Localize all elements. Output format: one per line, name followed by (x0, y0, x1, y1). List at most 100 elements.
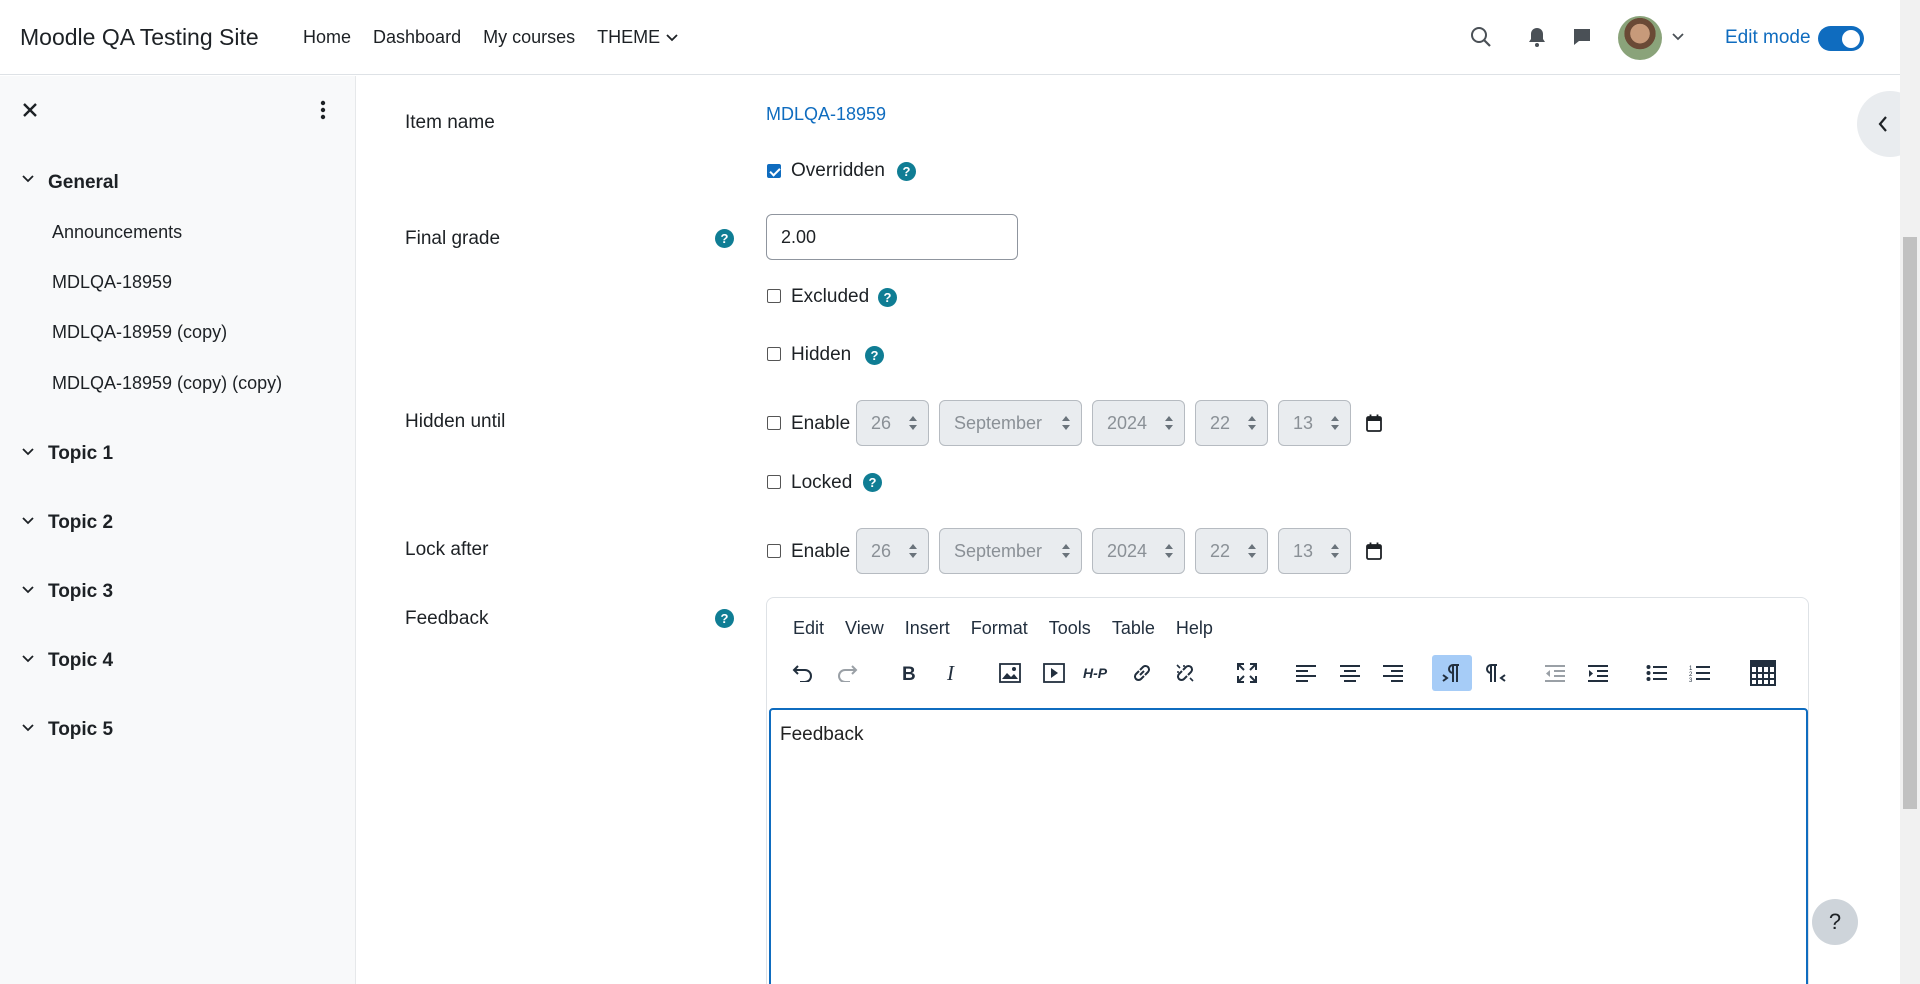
bold-icon[interactable]: B (889, 655, 929, 691)
hidden-until-year-select[interactable]: 2024 (1092, 400, 1185, 446)
select-arrows-icon (909, 544, 917, 558)
chevron-left-icon (1878, 116, 1887, 132)
kebab-menu-icon[interactable] (318, 100, 328, 125)
locked-label: Locked (791, 472, 853, 493)
messages-icon[interactable] (1570, 25, 1594, 49)
outdent-icon[interactable] (1535, 655, 1575, 691)
editor-content-text: Feedback (780, 724, 864, 745)
locked-checkbox[interactable] (767, 475, 781, 489)
item-name-link[interactable]: MDLQA-18959 (766, 104, 886, 125)
search-icon[interactable] (1468, 24, 1494, 50)
excluded-checkbox[interactable] (767, 289, 781, 303)
ltr-icon[interactable] (1432, 655, 1472, 691)
overridden-checkbox[interactable] (767, 164, 781, 178)
select-value: 2024 (1107, 413, 1148, 433)
section-chevron-icon[interactable] (22, 175, 34, 183)
italic-icon[interactable]: I (932, 655, 972, 691)
fullscreen-icon[interactable] (1227, 655, 1267, 691)
calendar-icon[interactable] (1366, 414, 1382, 432)
menu-table[interactable]: Table (1112, 618, 1155, 639)
section-chevron-icon[interactable] (22, 724, 34, 732)
editor-content-area[interactable]: Feedback (769, 708, 1808, 984)
menu-edit[interactable]: Edit (793, 618, 824, 639)
help-icon[interactable]: ? (715, 609, 734, 628)
align-left-icon[interactable] (1286, 655, 1326, 691)
align-right-icon[interactable] (1373, 655, 1413, 691)
hidden-checkbox[interactable] (767, 347, 781, 361)
section-general[interactable]: General (48, 172, 119, 194)
lock-after-minute-select[interactable]: 13 (1278, 528, 1351, 574)
select-arrows-icon (1331, 416, 1339, 430)
user-avatar[interactable] (1618, 16, 1662, 60)
select-value: September (954, 541, 1043, 561)
course-item-mdlqa[interactable]: MDLQA-18959 (52, 272, 172, 293)
hidden-until-minute-select[interactable]: 13 (1278, 400, 1351, 446)
media-icon[interactable] (1034, 655, 1074, 691)
menu-tools[interactable]: Tools (1049, 618, 1091, 639)
help-icon[interactable]: ? (897, 162, 916, 181)
user-menu-chevron-icon[interactable] (1671, 32, 1685, 42)
numbered-list-icon[interactable]: 123 (1680, 655, 1720, 691)
lock-after-hour-select[interactable]: 22 (1195, 528, 1268, 574)
final-grade-input[interactable]: 2.00 (766, 214, 1018, 260)
nav-my-courses[interactable]: My courses (483, 27, 575, 48)
overridden-label: Overridden (791, 160, 885, 181)
scrollbar-thumb[interactable] (1903, 237, 1917, 809)
menu-insert[interactable]: Insert (905, 618, 950, 639)
nav-dashboard[interactable]: Dashboard (373, 27, 461, 48)
section-topic-2[interactable]: Topic 2 (48, 512, 113, 534)
site-name[interactable]: Moodle QA Testing Site (20, 24, 259, 51)
help-icon[interactable]: ? (878, 288, 897, 307)
select-value: 13 (1293, 413, 1314, 433)
edit-mode-toggle[interactable] (1818, 26, 1864, 51)
select-arrows-icon (1165, 544, 1173, 558)
help-floating-button[interactable]: ? (1812, 899, 1858, 945)
close-drawer-icon[interactable] (22, 98, 38, 124)
nav-home[interactable]: Home (303, 27, 351, 48)
link-icon[interactable] (1122, 655, 1162, 691)
help-icon[interactable]: ? (865, 346, 884, 365)
page-scrollbar[interactable] (1900, 0, 1920, 984)
help-icon[interactable]: ? (863, 473, 882, 492)
course-item-announcements[interactable]: Announcements (52, 222, 182, 243)
hidden-until-day-select[interactable]: 26 (856, 400, 929, 446)
equation-editor-icon[interactable] (1743, 655, 1783, 691)
section-topic-3[interactable]: Topic 3 (48, 581, 113, 603)
lock-after-day-select[interactable]: 26 (856, 528, 929, 574)
course-item-mdlqa-copy-copy[interactable]: MDLQA-18959 (copy) (copy) (52, 373, 282, 394)
section-chevron-icon[interactable] (22, 586, 34, 594)
hidden-until-month-select[interactable]: September (939, 400, 1082, 446)
primary-navigation: Home Dashboard My courses THEME (303, 27, 700, 48)
h5p-icon[interactable]: H-P (1078, 655, 1118, 691)
menu-help[interactable]: Help (1176, 618, 1213, 639)
bell-icon[interactable] (1526, 25, 1548, 49)
undo-icon[interactable] (783, 655, 823, 691)
menu-format[interactable]: Format (971, 618, 1028, 639)
bullet-list-icon[interactable] (1637, 655, 1677, 691)
select-arrows-icon (1248, 544, 1256, 558)
unlink-icon[interactable] (1165, 655, 1205, 691)
align-center-icon[interactable] (1330, 655, 1370, 691)
calendar-icon[interactable] (1366, 542, 1382, 560)
nav-theme[interactable]: THEME (597, 27, 678, 48)
section-chevron-icon[interactable] (22, 517, 34, 525)
section-topic-1[interactable]: Topic 1 (48, 443, 113, 465)
help-icon[interactable]: ? (715, 229, 734, 248)
select-arrows-icon (1062, 544, 1070, 558)
lock-after-enable-checkbox[interactable] (767, 544, 781, 558)
image-icon[interactable] (990, 655, 1030, 691)
lock-after-year-select[interactable]: 2024 (1092, 528, 1185, 574)
hidden-until-enable-checkbox[interactable] (767, 416, 781, 430)
rtl-icon[interactable] (1476, 655, 1516, 691)
section-chevron-icon[interactable] (22, 655, 34, 663)
menu-view[interactable]: View (845, 618, 884, 639)
hidden-until-hour-select[interactable]: 22 (1195, 400, 1268, 446)
course-item-mdlqa-copy[interactable]: MDLQA-18959 (copy) (52, 322, 227, 343)
redo-icon[interactable] (827, 655, 867, 691)
indent-icon[interactable] (1578, 655, 1618, 691)
section-chevron-icon[interactable] (22, 448, 34, 456)
lock-after-month-select[interactable]: September (939, 528, 1082, 574)
editor-menubar: Edit View Insert Format Tools Table Help (793, 618, 1213, 639)
section-topic-4[interactable]: Topic 4 (48, 650, 113, 672)
section-topic-5[interactable]: Topic 5 (48, 719, 113, 741)
